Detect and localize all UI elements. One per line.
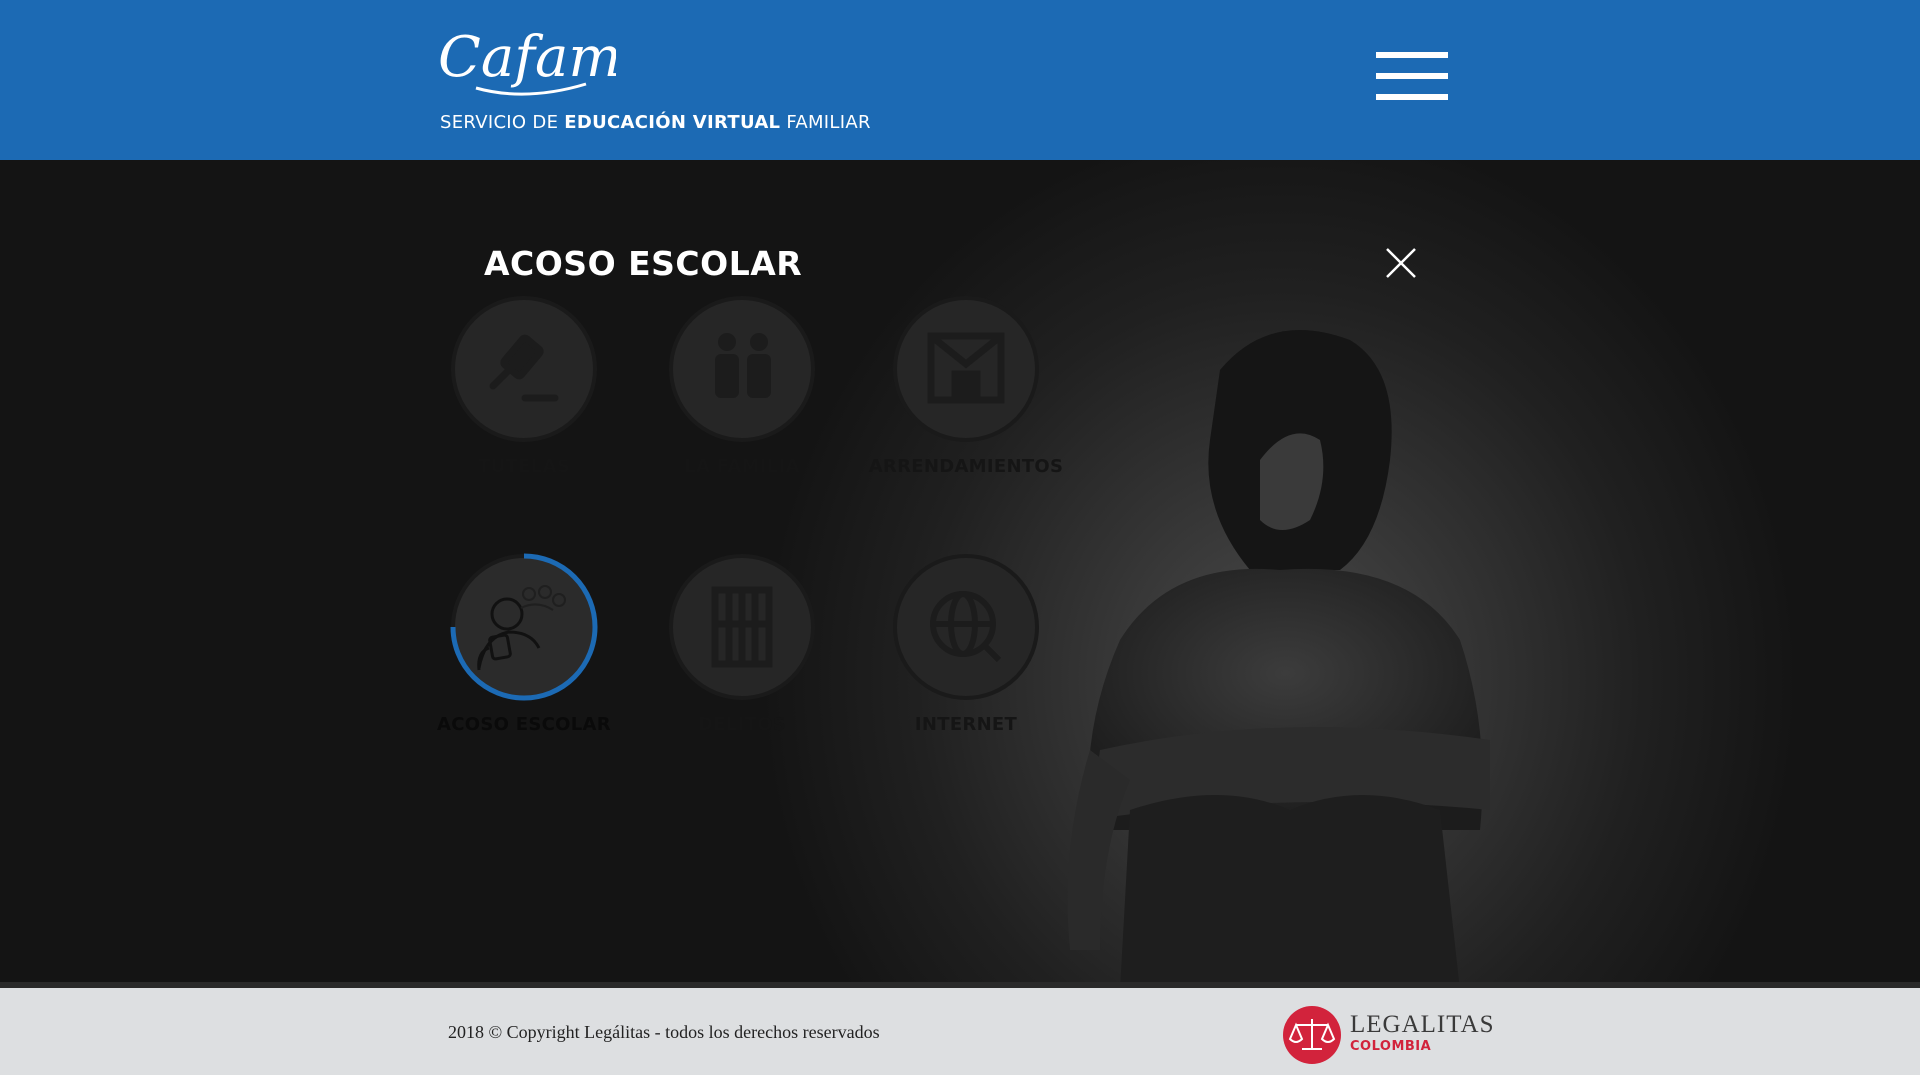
category-tile-internet[interactable]: INTERNET bbox=[866, 552, 1066, 735]
category-tile-tutelas[interactable]: TUTELAS bbox=[424, 294, 624, 477]
tagline-suffix: FAMILIAR bbox=[780, 112, 871, 133]
house-icon bbox=[893, 296, 1039, 442]
site-footer: 2018 © Copyright Legálitas - todos los d… bbox=[0, 988, 1920, 1075]
family-icon bbox=[669, 296, 815, 442]
brand-country: COLOMBIA bbox=[1350, 1039, 1432, 1054]
category-tile-la-familia[interactable]: LA FAMILIA bbox=[642, 294, 842, 477]
scales-icon bbox=[1283, 1006, 1341, 1064]
menu-hamburger-icon[interactable] bbox=[1376, 52, 1450, 106]
bullying-icon bbox=[450, 553, 598, 701]
category-label: DELITOS bbox=[697, 714, 787, 735]
category-label: ARRENDAMIENTOS bbox=[868, 456, 1064, 477]
site-tagline: SERVICIO DE EDUCACIÓN VIRTUAL FAMILIAR bbox=[440, 112, 871, 133]
jail-bars-icon bbox=[669, 554, 815, 700]
site-header: Cafam SERVICIO DE EDUCACIÓN VIRTUAL FAMI… bbox=[0, 0, 1920, 160]
category-tile-arrendamientos[interactable]: ARRENDAMIENTOS bbox=[866, 294, 1066, 477]
category-label: TUTELAS bbox=[478, 456, 570, 477]
modal-title: ACOSO ESCOLAR bbox=[484, 244, 803, 283]
globe-icon bbox=[893, 554, 1039, 700]
hero-section: ACOSO ESCOLAR TUTELAS LA FAMILIA ARRENDA… bbox=[0, 160, 1920, 982]
legalitas-logo[interactable]: LEGALITAS COLOMBIA bbox=[1282, 1005, 1493, 1065]
gavel-icon bbox=[451, 296, 597, 442]
copyright-text: 2018 © Copyright Legálitas - todos los d… bbox=[448, 1022, 880, 1042]
cafam-logo[interactable]: Cafam bbox=[436, 18, 616, 104]
category-tile-acoso-escolar[interactable]: ACOSO ESCOLAR bbox=[424, 552, 624, 735]
category-tile-delitos[interactable]: DELITOS bbox=[642, 552, 842, 735]
category-label: ACOSO ESCOLAR bbox=[437, 714, 611, 735]
brand-name: LEGALITAS bbox=[1350, 1011, 1495, 1038]
category-label: LA FAMILIA bbox=[684, 456, 800, 477]
logo-text: Cafam bbox=[438, 25, 616, 90]
tagline-bold: EDUCACIÓN VIRTUAL bbox=[564, 112, 781, 133]
category-label: INTERNET bbox=[914, 714, 1018, 735]
close-icon[interactable] bbox=[1384, 246, 1418, 280]
tagline-prefix: SERVICIO DE bbox=[440, 112, 565, 133]
background-person-image bbox=[1067, 330, 1490, 982]
